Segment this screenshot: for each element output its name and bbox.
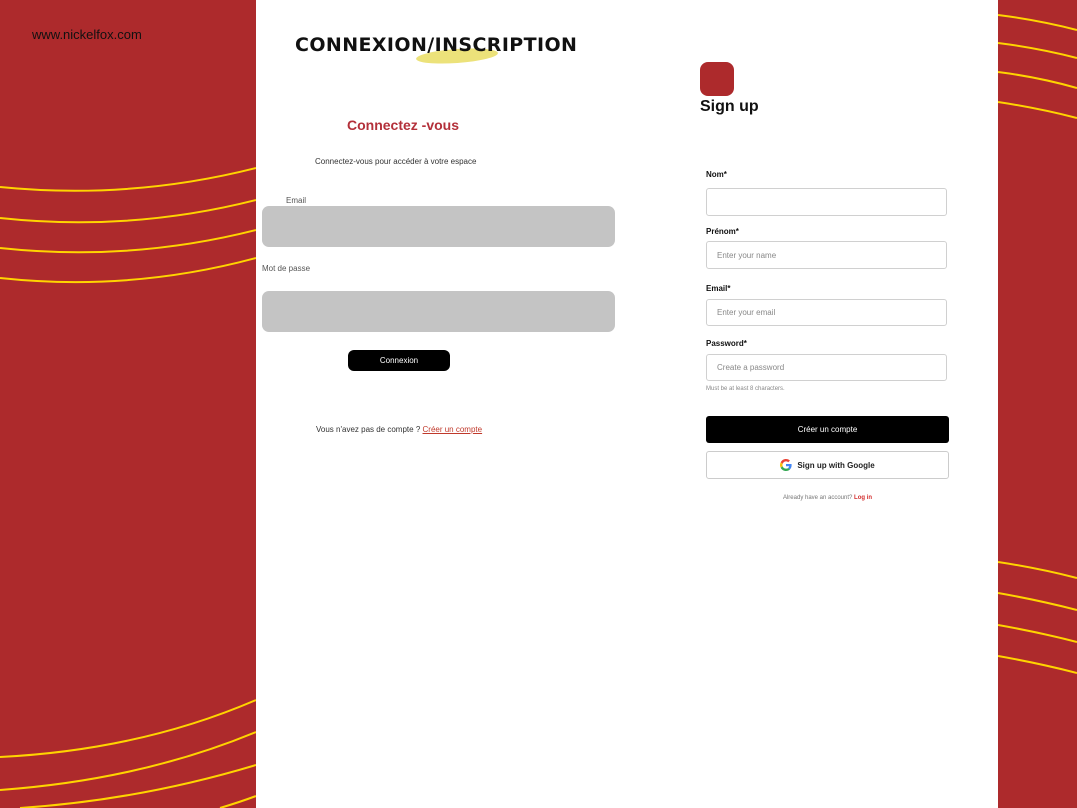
login-heading: Connectez -vous bbox=[346, 117, 459, 133]
title-slash: / bbox=[427, 34, 435, 56]
create-account-link[interactable]: Créer un compte bbox=[423, 425, 483, 434]
password-hint: Must be at least 8 characters. bbox=[706, 386, 785, 392]
decorative-lines-icon bbox=[0, 167, 256, 808]
email-input[interactable]: Enter your email bbox=[706, 299, 947, 326]
page-title: CONNEXION/INSCRIPTION bbox=[295, 34, 577, 56]
login-password-label: Mot de passe bbox=[262, 264, 311, 273]
right-decorative-panel bbox=[998, 0, 1077, 808]
login-subtitle: Connectez-vous pour accéder à votre espa… bbox=[315, 157, 477, 166]
prenom-label: Prénom* bbox=[706, 227, 739, 236]
password-label: Password* bbox=[706, 339, 747, 348]
google-icon bbox=[780, 459, 792, 471]
create-account-button[interactable]: Créer un compte bbox=[706, 416, 949, 443]
title-inscription: INSCRIPTION bbox=[434, 34, 578, 56]
login-email-input[interactable] bbox=[262, 206, 615, 247]
site-url[interactable]: www.nickelfox.com bbox=[32, 27, 142, 42]
no-account-label: Vous n'avez pas de compte ? bbox=[316, 425, 421, 434]
signup-title: Sign up bbox=[700, 98, 759, 115]
title-connexion: CONNEXION bbox=[295, 34, 428, 56]
app-logo-icon bbox=[700, 62, 734, 96]
email-label: Email* bbox=[706, 284, 731, 293]
google-signup-button[interactable]: Sign up with Google bbox=[706, 451, 949, 479]
prenom-input[interactable]: Enter your name bbox=[706, 241, 947, 269]
login-link[interactable]: Log in bbox=[854, 495, 872, 501]
nom-input[interactable] bbox=[706, 188, 947, 216]
login-password-input[interactable] bbox=[262, 291, 615, 332]
google-button-label: Sign up with Google bbox=[797, 460, 875, 470]
already-account-text: Already have an account? Log in bbox=[706, 495, 949, 501]
left-decorative-panel: www.nickelfox.com bbox=[0, 0, 256, 808]
no-account-text: Vous n'avez pas de compte ? Créer un com… bbox=[316, 425, 482, 434]
main-content: CONNEXION/INSCRIPTION Connectez -vous Co… bbox=[256, 0, 998, 808]
password-input[interactable]: Create a password bbox=[706, 354, 947, 381]
already-label: Already have an account? bbox=[782, 495, 853, 501]
login-email-label: Email bbox=[286, 196, 307, 205]
nom-label: Nom* bbox=[706, 170, 727, 179]
login-submit-button[interactable]: Connexion bbox=[348, 350, 450, 371]
decorative-lines-icon bbox=[998, 14, 1077, 674]
